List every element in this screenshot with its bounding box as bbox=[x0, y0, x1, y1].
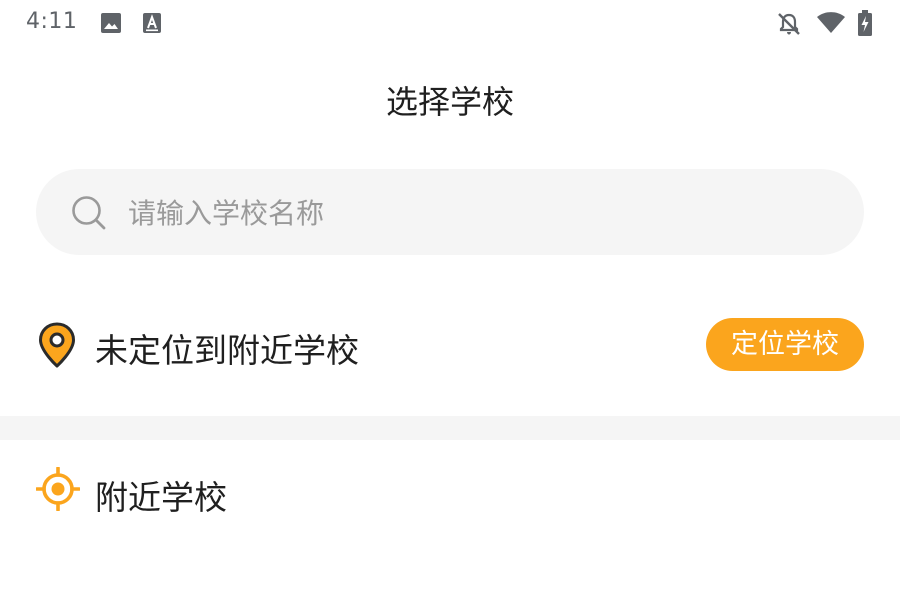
status-time: 4:11 bbox=[26, 9, 78, 34]
notifications-off-icon bbox=[776, 12, 802, 40]
location-status-text: 未定位到附近学校 bbox=[95, 331, 359, 370]
page-title: 选择学校 bbox=[385, 83, 514, 121]
target-icon bbox=[35, 466, 81, 515]
location-row: 未定位到附近学校 定位学校 bbox=[0, 300, 900, 395]
location-pin-icon bbox=[38, 322, 76, 372]
battery-charging-icon bbox=[858, 10, 872, 40]
wifi-icon bbox=[816, 12, 846, 38]
nearby-schools-header: 附近学校 bbox=[0, 458, 900, 528]
section-divider bbox=[0, 416, 900, 440]
text-a-icon bbox=[142, 12, 162, 38]
nearby-schools-title: 附近学校 bbox=[95, 478, 227, 517]
search-input[interactable] bbox=[126, 187, 830, 239]
locate-school-button[interactable]: 定位学校 bbox=[706, 318, 864, 371]
image-icon bbox=[100, 12, 122, 38]
search-box[interactable] bbox=[36, 169, 864, 255]
status-bar: 4:11 bbox=[0, 0, 900, 46]
search-icon bbox=[70, 194, 108, 236]
